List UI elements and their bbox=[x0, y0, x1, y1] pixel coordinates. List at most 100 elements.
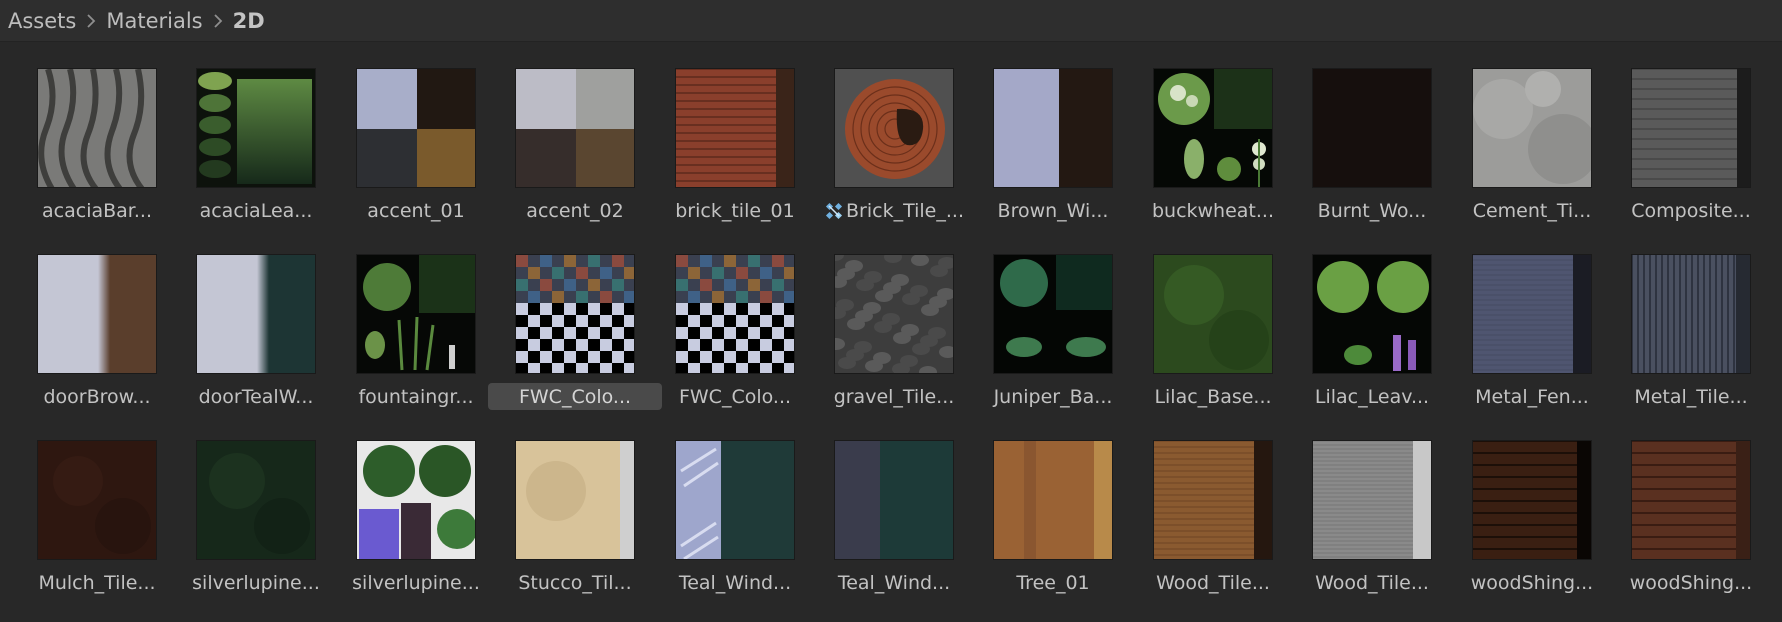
asset-name: silverlupine... bbox=[352, 571, 480, 594]
asset-label: silverlupine... bbox=[169, 569, 343, 596]
checker-thumbnail bbox=[675, 254, 795, 374]
asset-tile[interactable]: Wood_Tile... bbox=[1126, 440, 1286, 610]
cement-texture-thumbnail bbox=[1472, 68, 1592, 188]
plant-atlas-thumbnail bbox=[1312, 254, 1432, 374]
asset-name: Composite... bbox=[1631, 199, 1751, 222]
asset-tile[interactable]: Teal_Wind... bbox=[648, 440, 808, 610]
color-swatch-thumbnail bbox=[196, 254, 316, 374]
asset-tile[interactable]: Juniper_Ba... bbox=[966, 254, 1126, 424]
breadcrumb: Assets Materials 2D bbox=[0, 0, 1782, 42]
asset-name: Metal_Fen... bbox=[1475, 385, 1589, 408]
asset-label: Composite... bbox=[1604, 197, 1778, 224]
asset-label: FWC_Colo... bbox=[488, 383, 662, 410]
asset-tile[interactable]: woodShing... bbox=[1604, 440, 1764, 610]
asset-name: Cement_Ti... bbox=[1472, 199, 1592, 222]
asset-tile[interactable]: Wood_Tile... bbox=[1285, 440, 1445, 610]
checker-thumbnail bbox=[515, 254, 635, 374]
asset-label: Wood_Tile... bbox=[1126, 569, 1300, 596]
asset-label: Cement_Ti... bbox=[1445, 197, 1619, 224]
shingle-texture-thumbnail bbox=[1631, 440, 1751, 560]
asset-tile[interactable]: acaciaBar... bbox=[10, 68, 170, 238]
plant-atlas-thumbnail bbox=[993, 254, 1113, 374]
asset-name: doorBrow... bbox=[43, 385, 151, 408]
breadcrumb-assets[interactable]: Assets bbox=[8, 9, 76, 33]
asset-tile[interactable]: doorTealW... bbox=[169, 254, 329, 424]
asset-label: Burnt_Wo... bbox=[1285, 197, 1459, 224]
asset-tile[interactable]: Tree_01 bbox=[966, 440, 1126, 610]
asset-name: fountaingr... bbox=[358, 385, 474, 408]
asset-name: Teal_Wind... bbox=[837, 571, 951, 594]
asset-tile[interactable]: Stucco_Til... bbox=[488, 440, 648, 610]
asset-tile[interactable]: gravel_Tile... bbox=[807, 254, 967, 424]
asset-tile[interactable]: doorBrow... bbox=[10, 254, 170, 424]
asset-label: Metal_Tile... bbox=[1604, 383, 1778, 410]
asset-label: Mulch_Tile... bbox=[10, 569, 184, 596]
asset-name: acaciaLea... bbox=[199, 199, 313, 222]
asset-tile[interactable]: Lilac_Base... bbox=[1126, 254, 1286, 424]
asset-name: Teal_Wind... bbox=[678, 571, 792, 594]
metal-texture-thumbnail bbox=[1631, 254, 1751, 374]
asset-name: Tree_01 bbox=[1016, 571, 1090, 594]
asset-name: accent_01 bbox=[367, 199, 465, 222]
dark-texture-thumbnail bbox=[1312, 68, 1432, 188]
asset-label: Stucco_Til... bbox=[488, 569, 662, 596]
chevron-right-icon bbox=[212, 13, 224, 29]
asset-name: Mulch_Tile... bbox=[38, 571, 156, 594]
breadcrumb-2d[interactable]: 2D bbox=[233, 9, 265, 33]
asset-tile[interactable]: Lilac_Leav... bbox=[1285, 254, 1445, 424]
breadcrumb-materials[interactable]: Materials bbox=[106, 9, 202, 33]
asset-tile[interactable]: Brick_Tile_... bbox=[807, 68, 967, 238]
asset-name: acaciaBar... bbox=[42, 199, 152, 222]
asset-name: silverlupine... bbox=[192, 571, 320, 594]
asset-name: buckwheat... bbox=[1151, 199, 1275, 222]
asset-tile[interactable]: silverlupine... bbox=[169, 440, 329, 610]
asset-label: accent_01 bbox=[329, 197, 503, 224]
asset-name: Juniper_Ba... bbox=[993, 385, 1113, 408]
asset-label: doorBrow... bbox=[10, 383, 184, 410]
asset-label: doorTealW... bbox=[169, 383, 343, 410]
asset-name: Stucco_Til... bbox=[518, 571, 632, 594]
asset-tile[interactable]: brick_tile_01 bbox=[648, 68, 808, 238]
asset-tile[interactable]: fountaingr... bbox=[329, 254, 489, 424]
asset-tile[interactable]: Mulch_Tile... bbox=[10, 440, 170, 610]
asset-name: Brown_Wi... bbox=[997, 199, 1109, 222]
asset-grid: acaciaBar... acaciaLea... accent_01 acce… bbox=[0, 42, 1782, 622]
asset-tile[interactable]: Brown_Wi... bbox=[966, 68, 1126, 238]
asset-tile[interactable]: woodShing... bbox=[1445, 440, 1605, 610]
asset-tile[interactable]: FWC_Colo... bbox=[648, 254, 808, 424]
asset-name: gravel_Tile... bbox=[833, 385, 955, 408]
asset-label: acaciaLea... bbox=[169, 197, 343, 224]
asset-label: brick_tile_01 bbox=[648, 197, 822, 224]
asset-name: accent_02 bbox=[526, 199, 624, 222]
wood-texture-thumbnail bbox=[993, 440, 1113, 560]
asset-tile[interactable]: Composite... bbox=[1604, 68, 1764, 238]
asset-tile[interactable]: acaciaLea... bbox=[169, 68, 329, 238]
asset-name: Lilac_Leav... bbox=[1314, 385, 1430, 408]
plant-atlas-thumbnail bbox=[356, 254, 476, 374]
prefab-variant-icon bbox=[824, 201, 844, 221]
asset-name: brick_tile_01 bbox=[675, 199, 795, 222]
asset-tile[interactable]: Cement_Ti... bbox=[1445, 68, 1605, 238]
asset-tile[interactable]: Burnt_Wo... bbox=[1285, 68, 1445, 238]
color-swatch-thumbnail bbox=[993, 68, 1113, 188]
asset-name: doorTealW... bbox=[198, 385, 314, 408]
asset-tile[interactable]: accent_02 bbox=[488, 68, 648, 238]
asset-tile[interactable]: Metal_Tile... bbox=[1604, 254, 1764, 424]
asset-name: Brick_Tile_... bbox=[846, 199, 964, 222]
window-texture-thumbnail bbox=[834, 440, 954, 560]
asset-label: Teal_Wind... bbox=[648, 569, 822, 596]
asset-label: acaciaBar... bbox=[10, 197, 184, 224]
color-swatch-thumbnail bbox=[356, 68, 476, 188]
grass-texture-thumbnail bbox=[1153, 254, 1273, 374]
plant-atlas-thumbnail bbox=[356, 440, 476, 560]
asset-name: FWC_Colo... bbox=[678, 385, 792, 408]
gravel-texture-thumbnail bbox=[834, 254, 954, 374]
brick-texture-thumbnail bbox=[675, 68, 795, 188]
asset-tile[interactable]: FWC_Colo... bbox=[488, 254, 662, 424]
asset-tile[interactable]: Teal_Wind... bbox=[807, 440, 967, 610]
asset-name: woodShing... bbox=[1470, 571, 1594, 594]
asset-tile[interactable]: silverlupine... bbox=[329, 440, 489, 610]
asset-tile[interactable]: buckwheat... bbox=[1126, 68, 1286, 238]
asset-tile[interactable]: Metal_Fen... bbox=[1445, 254, 1605, 424]
asset-tile[interactable]: accent_01 bbox=[329, 68, 489, 238]
